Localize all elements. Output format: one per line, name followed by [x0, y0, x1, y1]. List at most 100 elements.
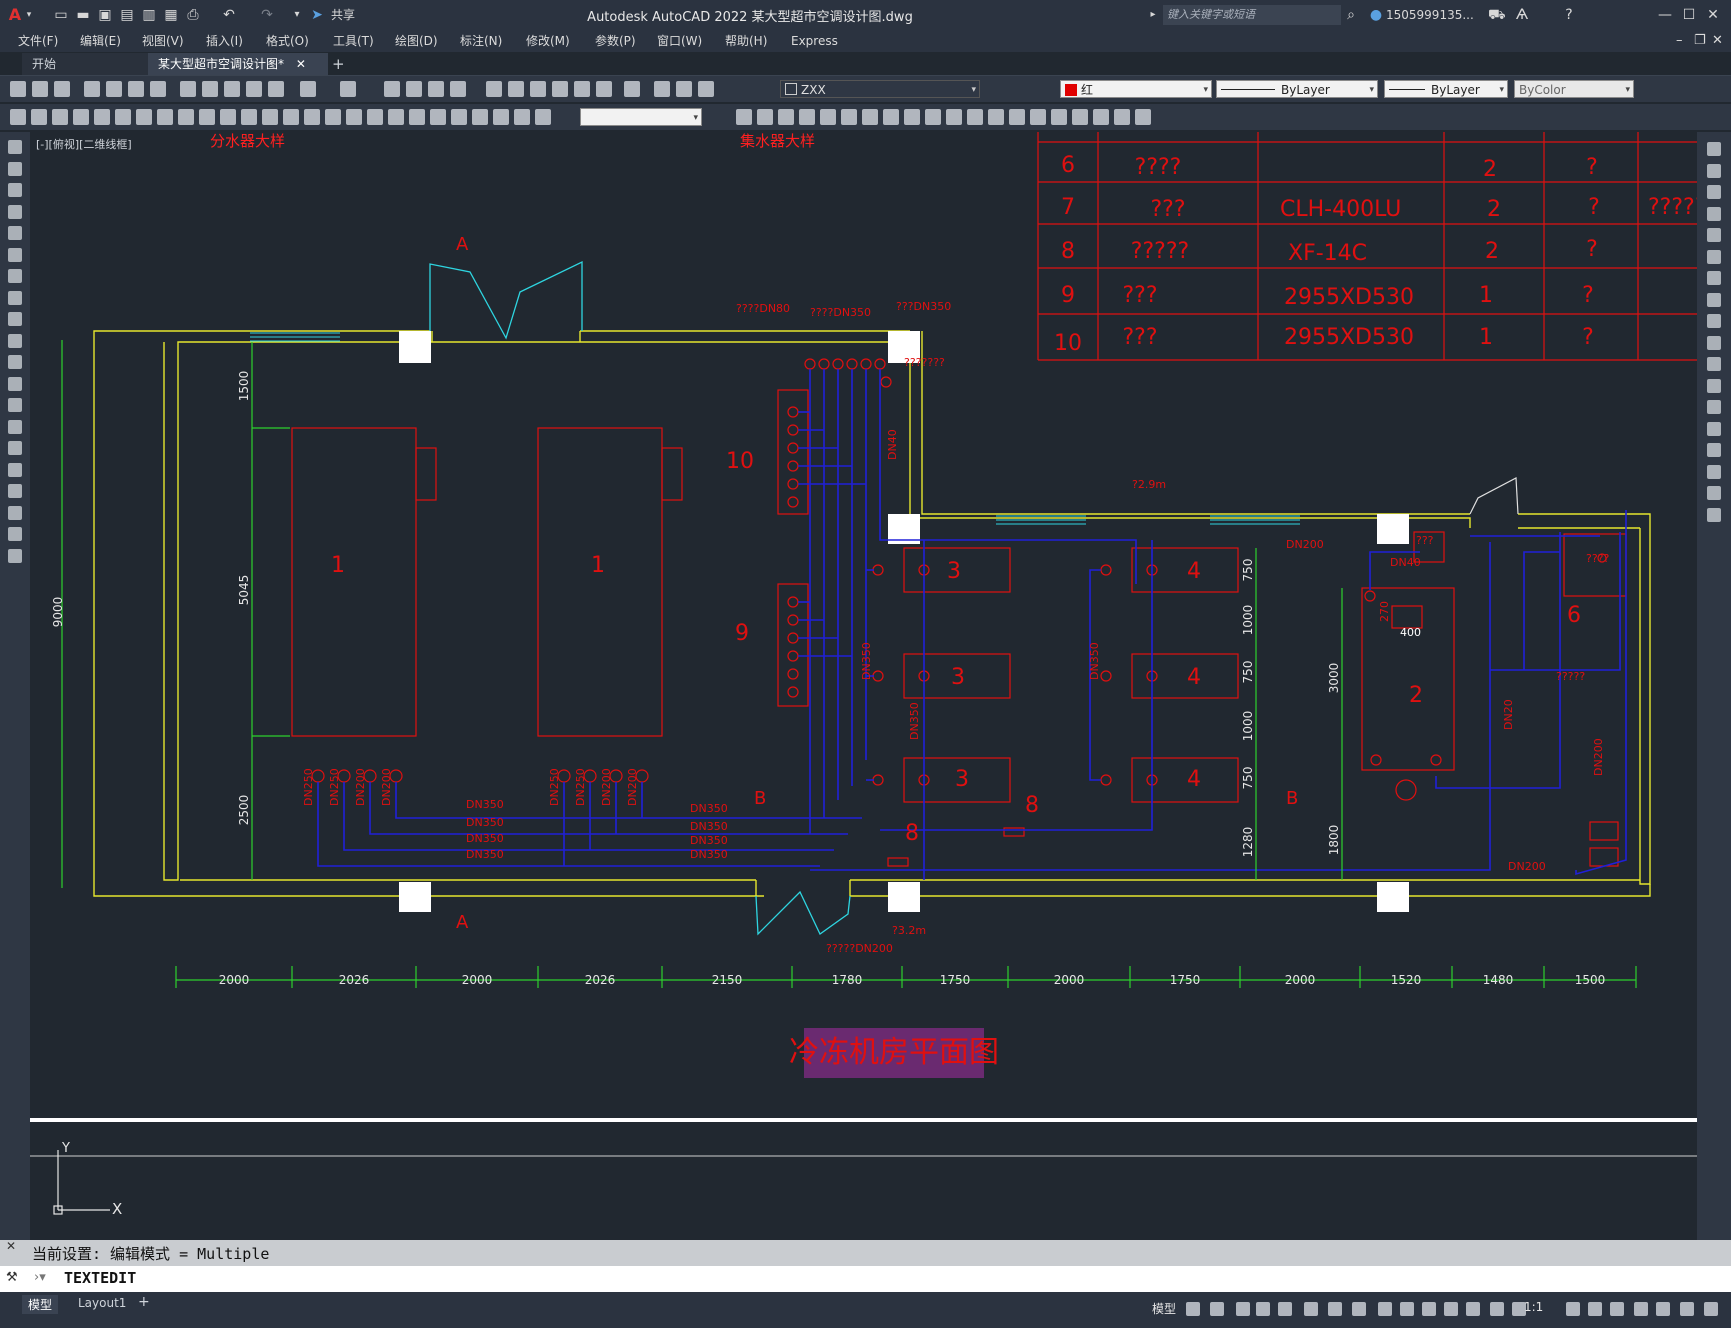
user-icon[interactable]: ● — [1368, 5, 1384, 25]
save-icon[interactable] — [54, 81, 70, 97]
lineweight-icon[interactable] — [1378, 1302, 1392, 1316]
open-icon[interactable] — [32, 81, 48, 97]
osnap-track-icon[interactable] — [1328, 1302, 1342, 1316]
tool-18-icon[interactable] — [367, 109, 383, 125]
cut-icon[interactable] — [180, 81, 196, 97]
copy-icon[interactable] — [202, 81, 218, 97]
modify-tool-19-icon[interactable] — [1114, 109, 1130, 125]
modify-side-tool-9-icon[interactable] — [1707, 314, 1721, 328]
tab-layout1[interactable]: Layout1 — [72, 1295, 132, 1311]
modify-tool-10-icon[interactable] — [925, 109, 941, 125]
tool-1-icon[interactable] — [10, 109, 26, 125]
drawing-svg[interactable]: [-][俯视][二维线框] 分水器大样 集水器大样 6 ???? 2 ? 7 ?… — [30, 132, 1697, 1237]
command-input[interactable]: TEXTEDIT — [64, 1269, 136, 1287]
workspace-icon[interactable] — [1490, 1302, 1504, 1316]
annotation-scale[interactable]: 1:1 — [1524, 1300, 1543, 1314]
preview-icon[interactable] — [106, 81, 122, 97]
drawing-title[interactable]: 冷冻机房平面图 — [789, 1035, 999, 1070]
tool-6-icon[interactable] — [115, 109, 131, 125]
modify-side-tool-17-icon[interactable] — [1707, 486, 1721, 500]
modify-tool-11-icon[interactable] — [946, 109, 962, 125]
undo-icon[interactable]: ↶ — [220, 5, 238, 25]
share-button[interactable]: 共享 — [328, 5, 358, 25]
modify-tool-18-icon[interactable] — [1093, 109, 1109, 125]
modify-tool-15-icon[interactable] — [1030, 109, 1046, 125]
share-icon[interactable]: ➤ — [310, 5, 324, 25]
search-expand-icon[interactable]: ▸ — [1148, 5, 1158, 25]
viewport-controls-label[interactable]: [-][俯视][二维线框] — [36, 137, 132, 151]
color-dropdown[interactable]: 红 ▾ — [1060, 80, 1212, 98]
grid-icon[interactable] — [1186, 1302, 1200, 1316]
undo-icon[interactable] — [300, 81, 316, 97]
draw-tool-8-icon[interactable] — [8, 290, 22, 305]
modify-tool-17-icon[interactable] — [1072, 109, 1088, 125]
modify-side-tool-4-icon[interactable] — [1707, 206, 1721, 221]
tool-7-icon[interactable] — [136, 109, 152, 125]
drawing-canvas[interactable]: [-][俯视][二维线框] 分水器大样 集水器大样 6 ???? 2 ? 7 ?… — [30, 132, 1697, 1237]
isodraft-icon[interactable] — [1304, 1302, 1318, 1316]
modify-tool-7-icon[interactable] — [862, 109, 878, 125]
tool-2-icon[interactable] — [31, 109, 47, 125]
draw-tool-6-icon[interactable] — [8, 247, 22, 262]
tool-15-icon[interactable] — [304, 109, 320, 125]
open-file-icon[interactable]: ▬ — [74, 5, 92, 25]
menu-format[interactable]: 格式(O) — [266, 30, 309, 52]
modify-side-tool-11-icon[interactable] — [1707, 357, 1721, 371]
model-space-button[interactable]: 模型 — [1152, 1300, 1176, 1317]
publish-icon[interactable] — [128, 81, 144, 97]
draw-tool-16-icon[interactable] — [8, 462, 22, 477]
modify-side-tool-18-icon[interactable] — [1707, 507, 1721, 522]
modify-tool-5-icon[interactable] — [820, 109, 836, 125]
modify-side-tool-13-icon[interactable] — [1707, 400, 1721, 414]
tool-4-icon[interactable] — [73, 109, 89, 125]
plotstyle-dropdown[interactable]: ByColor ▾ — [1514, 80, 1634, 98]
draw-tool-14-icon[interactable] — [8, 419, 22, 434]
tool-13-icon[interactable] — [262, 109, 278, 125]
tab-model[interactable]: 模型 — [22, 1295, 59, 1314]
tool-3-icon[interactable] — [52, 109, 68, 125]
clean-screen-icon[interactable] — [1680, 1302, 1694, 1316]
modify-tool-4-icon[interactable] — [799, 109, 815, 125]
draw-tool-12-icon[interactable] — [8, 376, 22, 391]
3d-print-icon[interactable] — [150, 81, 166, 97]
plot-icon[interactable] — [84, 81, 100, 97]
draw-tool-3-icon[interactable] — [8, 183, 22, 197]
app-menu-chevron-icon[interactable]: ▾ — [24, 5, 34, 25]
calc-icon[interactable] — [596, 81, 612, 97]
menu-tools[interactable]: 工具(T) — [333, 30, 374, 52]
tool-23-icon[interactable] — [472, 109, 488, 125]
tab-start[interactable]: 开始 — [22, 53, 164, 75]
command-line[interactable]: ⚒ ›▾ TEXTEDIT — [0, 1266, 1731, 1292]
modify-tool-12-icon[interactable] — [967, 109, 983, 125]
layer-dropdown[interactable]: ZXX ▾ — [780, 80, 980, 98]
draw-tool-9-icon[interactable] — [8, 312, 22, 326]
modify-tool-8-icon[interactable] — [883, 109, 899, 125]
menu-edit[interactable]: 编辑(E) — [80, 30, 121, 52]
tool-24-icon[interactable] — [493, 109, 509, 125]
tool-8-icon[interactable] — [157, 109, 173, 125]
paste-icon[interactable] — [224, 81, 240, 97]
tool-20-icon[interactable] — [409, 109, 425, 125]
modify-tool-6-icon[interactable] — [841, 109, 857, 125]
maximize-icon[interactable]: ☐ — [1680, 5, 1698, 25]
tool-9-icon[interactable] — [178, 109, 194, 125]
draw-tool-5-icon[interactable] — [8, 226, 22, 240]
customize-icon[interactable] — [1704, 1302, 1718, 1316]
doc-restore-icon[interactable]: ❐ — [1694, 30, 1706, 52]
tool-10-icon[interactable] — [199, 109, 215, 125]
modify-tool-9-icon[interactable] — [904, 109, 920, 125]
menu-view[interactable]: 视图(V) — [142, 30, 184, 52]
help-icon[interactable]: ? — [1560, 5, 1578, 25]
linetype-dropdown[interactable]: ByLayer ▾ — [1216, 80, 1378, 98]
modify-tool-1-icon[interactable] — [736, 109, 752, 125]
modify-side-tool-2-icon[interactable] — [1707, 163, 1721, 178]
modify-side-tool-3-icon[interactable] — [1707, 185, 1721, 199]
modify-tool-2-icon[interactable] — [757, 109, 773, 125]
sheet-set-icon[interactable] — [552, 81, 568, 97]
modify-side-tool-6-icon[interactable] — [1707, 249, 1721, 264]
save-as-icon[interactable]: ▤ — [118, 5, 136, 25]
draw-tool-1-icon[interactable] — [8, 140, 22, 154]
draw-tool-19-icon[interactable] — [8, 527, 22, 541]
ortho-icon[interactable] — [1256, 1302, 1270, 1316]
search-icon[interactable]: ⌕ — [1343, 5, 1359, 25]
